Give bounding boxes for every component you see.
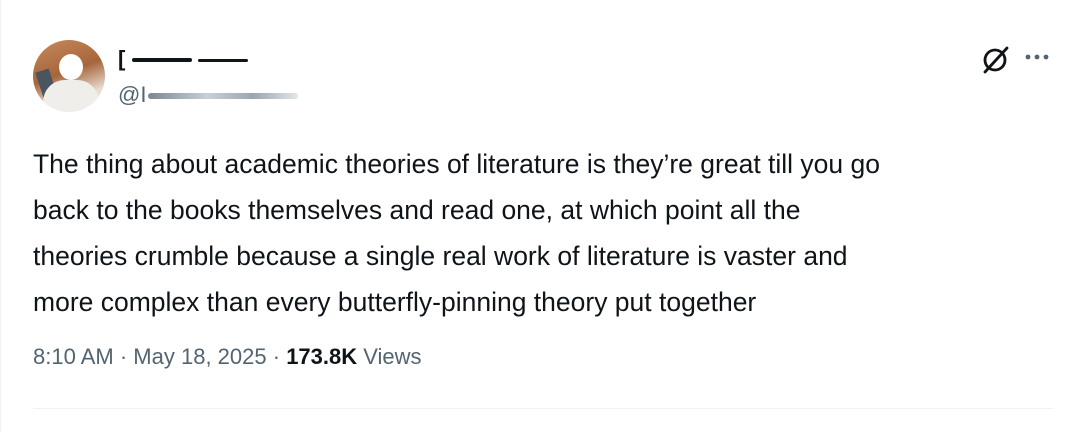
display-name-text: [ [118,46,127,71]
avatar-shirt [43,80,99,112]
ellipsis-icon[interactable] [1024,50,1050,64]
slashed-circle-icon[interactable] [980,44,1010,74]
handle-redaction [148,93,299,100]
card-border [0,0,1,432]
views-label[interactable]: Views [363,344,421,369]
tweet-text-line: more complex than every butterfly-pinnin… [33,287,757,317]
meta-separator: · [272,344,281,369]
tweet-text-line: theories crumble because a single real w… [33,241,848,271]
user-handle[interactable]: @I [118,82,299,108]
tweet-meta: 8:10 AM · May 18, 2025 · 173.8K Views [33,344,422,370]
name-redaction [198,58,249,62]
tweet-text-line: The thing about academic theories of lit… [33,149,880,179]
tweet-date[interactable]: May 18, 2025 [133,344,266,369]
tweet-time[interactable]: 8:10 AM [33,344,114,369]
tweet-text-line: back to the books themselves and read on… [33,195,801,225]
tweet-card: [ @I The thing about academic theories o… [0,0,1084,432]
tweet-text: The thing about academic theories of lit… [33,141,1053,325]
name-redaction [132,58,193,63]
display-name[interactable]: [ [118,46,249,72]
views-count[interactable]: 173.8K [286,344,357,369]
avatar[interactable] [33,40,105,112]
avatar-face-blur [59,54,83,80]
divider [33,408,1053,409]
meta-separator: · [119,344,128,369]
handle-text: @I [118,82,147,107]
